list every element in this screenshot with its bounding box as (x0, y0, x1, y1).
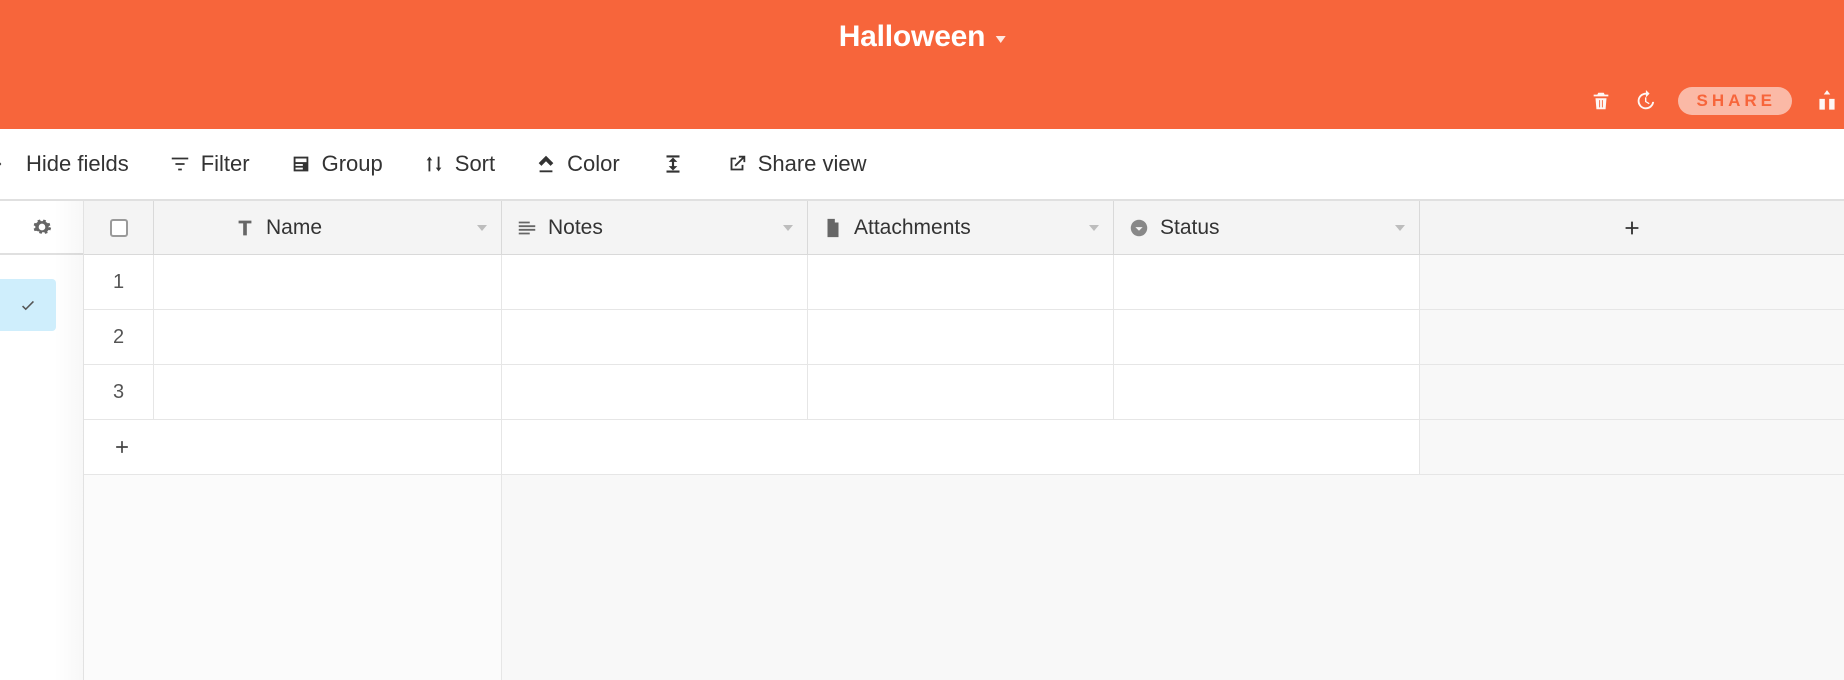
hide-fields-button[interactable]: Hide fields (0, 151, 129, 177)
cell-name[interactable] (154, 255, 502, 309)
select-all-checkbox[interactable] (84, 201, 154, 254)
add-row-button[interactable] (84, 420, 502, 474)
caret-down-icon (783, 225, 793, 231)
plus-icon (112, 437, 132, 457)
column-label: Attachments (854, 216, 1079, 240)
column-header-notes[interactable]: Notes (502, 201, 808, 254)
caret-down-icon (1395, 225, 1405, 231)
cell-status[interactable] (1114, 365, 1420, 419)
column-label: Notes (548, 216, 773, 240)
cell-attachments[interactable] (808, 310, 1114, 364)
plus-icon (1621, 217, 1643, 239)
share-view-button[interactable]: Share view (726, 151, 867, 177)
table-row: 2 (84, 310, 1844, 365)
attachment-field-icon (822, 217, 844, 239)
cell-empty (1420, 310, 1844, 364)
grid-header-row: Name Notes Attachments Status (84, 201, 1844, 255)
cell-empty (1420, 365, 1844, 419)
sort-button[interactable]: Sort (423, 151, 495, 177)
row-number[interactable]: 3 (84, 365, 154, 419)
body-area: Name Notes Attachments Status (0, 201, 1844, 680)
cell-attachments[interactable] (808, 255, 1114, 309)
cell-status[interactable] (1114, 255, 1420, 309)
cell-status[interactable] (1114, 310, 1420, 364)
cell-notes[interactable] (502, 365, 808, 419)
add-column-button[interactable] (1420, 201, 1844, 254)
cell-name[interactable] (154, 310, 502, 364)
table-row: 3 (84, 365, 1844, 420)
sort-label: Sort (455, 151, 495, 177)
add-row-rest (502, 420, 1420, 474)
add-row (84, 420, 1844, 475)
app-header: Halloween SHARE (0, 0, 1844, 129)
cell-notes[interactable] (502, 255, 808, 309)
table-title-dropdown[interactable]: Halloween (839, 20, 1006, 54)
text-field-icon (234, 217, 256, 239)
color-label: Color (567, 151, 620, 177)
history-icon[interactable] (1634, 90, 1656, 112)
share-button[interactable]: SHARE (1678, 87, 1792, 115)
row-number[interactable]: 1 (84, 255, 154, 309)
gear-icon (32, 217, 52, 237)
cell-empty (1420, 255, 1844, 309)
column-label: Name (266, 216, 467, 240)
group-button[interactable]: Group (290, 151, 383, 177)
longtext-field-icon (516, 217, 538, 239)
caret-down-icon (1089, 225, 1099, 231)
color-button[interactable]: Color (535, 151, 620, 177)
header-actions: SHARE (1590, 87, 1844, 115)
caret-down-icon (995, 36, 1005, 43)
filter-label: Filter (201, 151, 250, 177)
checkbox-icon (110, 219, 128, 237)
filter-button[interactable]: Filter (169, 151, 250, 177)
row-number[interactable]: 2 (84, 310, 154, 364)
view-toolbar: Hide fields Filter Group Sort Color Shar… (0, 129, 1844, 201)
table-row: 1 (84, 255, 1844, 310)
group-label: Group (322, 151, 383, 177)
view-settings-button[interactable] (0, 201, 83, 255)
column-label: Status (1160, 216, 1385, 240)
view-sidebar (0, 201, 84, 680)
hide-fields-label: Hide fields (26, 151, 129, 177)
trash-icon[interactable] (1590, 90, 1612, 112)
grid-primary-column-gutter (84, 475, 502, 680)
caret-down-icon (477, 225, 487, 231)
sidebar-shadow (54, 201, 84, 680)
cell-notes[interactable] (502, 310, 808, 364)
add-row-after (1420, 420, 1844, 474)
view-tab-active[interactable] (0, 279, 56, 331)
grid: Name Notes Attachments Status (84, 201, 1844, 680)
apps-icon[interactable] (1814, 88, 1840, 114)
share-view-label: Share view (758, 151, 867, 177)
column-header-attachments[interactable]: Attachments (808, 201, 1114, 254)
check-icon (19, 296, 37, 314)
table-title: Halloween (839, 20, 986, 54)
column-header-name[interactable]: Name (154, 201, 502, 254)
cell-attachments[interactable] (808, 365, 1114, 419)
column-header-status[interactable]: Status (1114, 201, 1420, 254)
select-field-icon (1128, 217, 1150, 239)
cell-name[interactable] (154, 365, 502, 419)
grid-background (84, 475, 1844, 680)
row-height-button[interactable] (660, 151, 686, 177)
